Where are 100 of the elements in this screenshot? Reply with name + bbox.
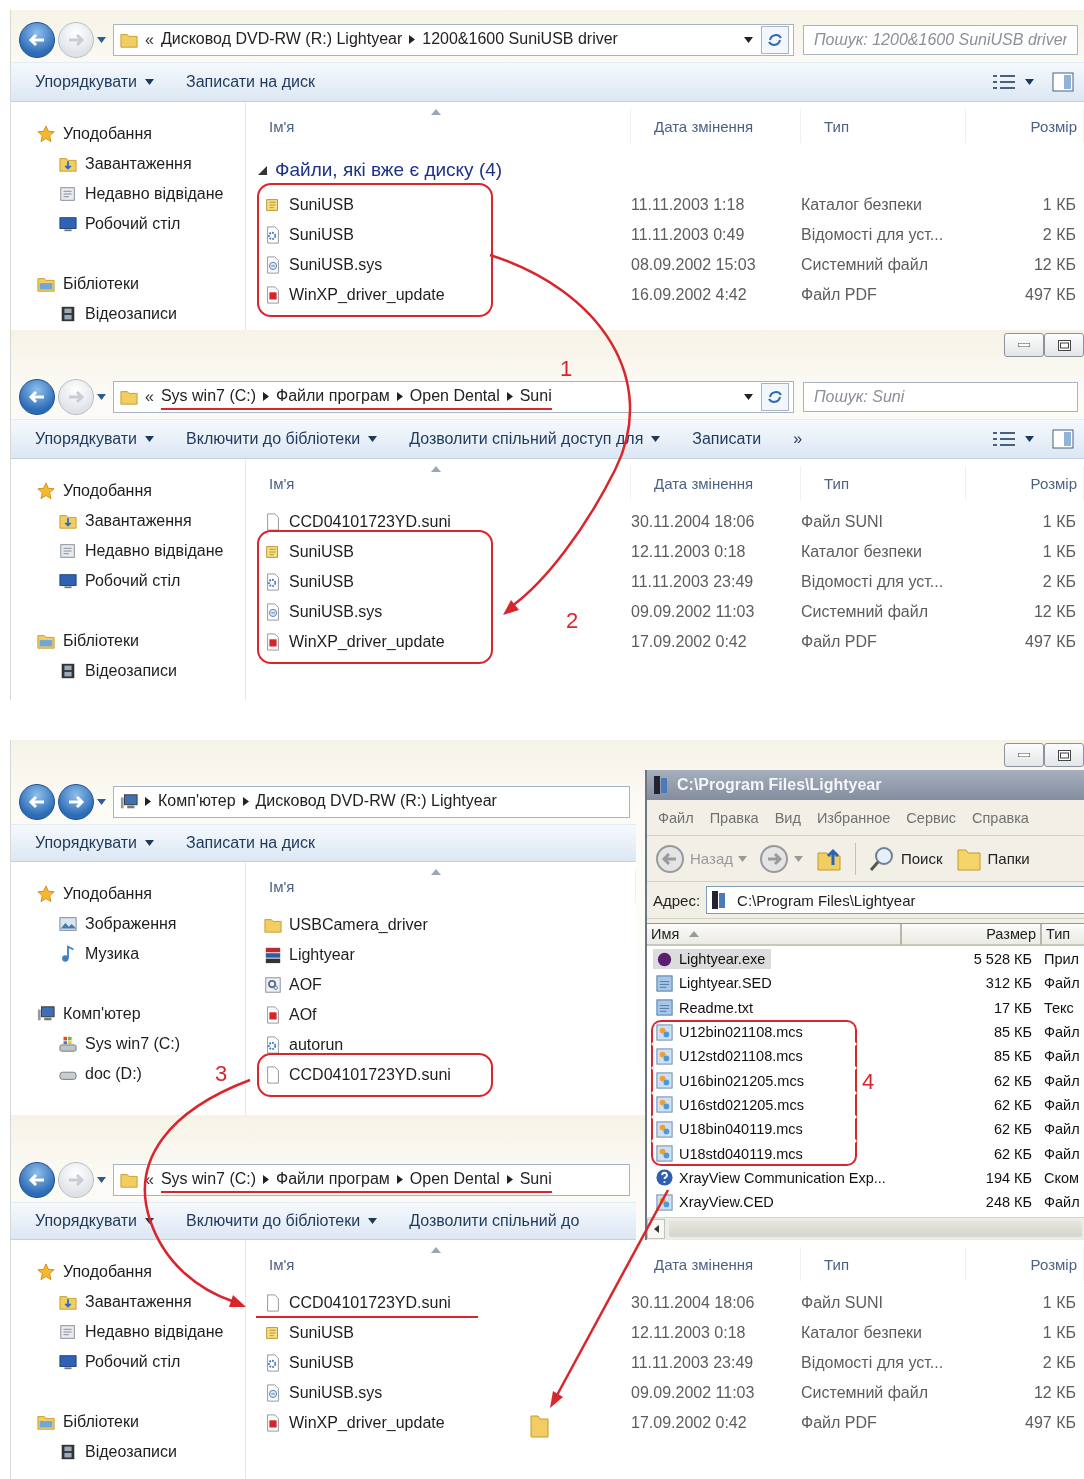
sidebar-item[interactable]: Бібліотеки	[37, 626, 139, 656]
breadcrumb[interactable]: Дисковод DVD-RW (R:) Lightyear	[255, 792, 497, 810]
toolbar-button[interactable]: Записати на диск	[176, 67, 333, 97]
breadcrumb[interactable]: Sys win7 (C:)	[160, 1170, 257, 1188]
column-header[interactable]: Дата змінення	[631, 1247, 801, 1281]
horizontal-scrollbar[interactable]	[647, 1217, 1084, 1240]
folders-button[interactable]: Папки	[950, 842, 1034, 875]
menu-item[interactable]: Вид	[767, 809, 808, 826]
breadcrumb[interactable]: Open Dental	[409, 1170, 500, 1188]
column-header[interactable]: Тип	[801, 466, 966, 500]
sidebar-item[interactable]: Sys win7 (C:)	[59, 1029, 181, 1059]
file-name[interactable]: SuniUSB	[289, 543, 354, 561]
sidebar-item[interactable]: Уподобання	[37, 119, 152, 149]
file-name[interactable]: U12std021108.mcs	[677, 1048, 803, 1065]
column-header[interactable]: Розмір	[966, 1247, 1084, 1281]
address-bar[interactable]: Комп'ютер Дисковод DVD-RW (R:) Lightyear	[113, 786, 630, 818]
toolbar-button[interactable]: Дозволити спільний до	[399, 1206, 598, 1236]
file-name[interactable]: SuniUSB	[289, 1324, 354, 1342]
address-bar[interactable]: « Sys win7 (C:) Файли програм Open Dental Suni	[113, 381, 794, 413]
file-name[interactable]: WinXP_driver_update	[289, 286, 445, 304]
sidebar-item[interactable]: Завантаження	[59, 506, 192, 536]
file-name[interactable]: U12bin021108.mcs	[677, 1024, 803, 1041]
sidebar-item[interactable]: Уподобання	[37, 1257, 152, 1287]
breadcrumb[interactable]: Open Dental	[409, 387, 500, 405]
column-header[interactable]: Ім'я	[246, 869, 636, 903]
sidebar-item[interactable]: Завантаження	[59, 149, 192, 179]
forward-button[interactable]	[58, 784, 94, 820]
toolbar-button[interactable]: Упорядкувати	[25, 424, 173, 454]
file-name[interactable]: Lightyear.exe	[677, 951, 766, 968]
menu-item[interactable]: Сервис	[899, 809, 963, 826]
sidebar-item[interactable]: Недавно відвідане	[59, 179, 224, 209]
file-name[interactable]: Lightyear	[289, 946, 355, 964]
overflow-chevron[interactable]: «	[145, 1171, 154, 1189]
toolbar-button[interactable]: Упорядкувати	[25, 1206, 173, 1236]
sidebar-item[interactable]: Комп'ютер	[37, 999, 141, 1029]
maximize-button[interactable]	[1044, 743, 1084, 767]
column-header[interactable]: Имя	[647, 924, 902, 946]
address-bar[interactable]: « Sys win7 (C:) Файли програм Open Dental Suni	[113, 1164, 630, 1196]
breadcrumb[interactable]: 1200&1600 SuniUSB driver	[422, 30, 618, 48]
breadcrumb[interactable]: Файли програм	[276, 387, 390, 405]
file-name[interactable]: Readme.txt	[677, 999, 754, 1016]
sidebar-item[interactable]: Зображення	[59, 909, 177, 939]
file-name[interactable]: XrayView Communication Exp...	[677, 1169, 886, 1186]
sidebar-item[interactable]: Недавно відвідане	[59, 536, 224, 566]
sidebar-item[interactable]: Уподобання	[37, 476, 152, 506]
back-button[interactable]	[19, 784, 55, 820]
file-name[interactable]: XrayView.CED	[677, 1194, 774, 1211]
sidebar-item[interactable]: doc (D:)	[59, 1059, 142, 1089]
file-name[interactable]: SuniUSB.sys	[289, 1384, 383, 1402]
column-header[interactable]: Дата змінення	[631, 109, 801, 143]
column-header[interactable]: Тип	[801, 109, 966, 143]
file-name[interactable]: WinXP_driver_update	[289, 633, 445, 651]
sidebar-item[interactable]: Відеозаписи	[59, 1437, 177, 1467]
file-name[interactable]: U18std040119.mcs	[677, 1145, 803, 1162]
file-name[interactable]: SuniUSB	[289, 1354, 354, 1372]
refresh-button[interactable]	[761, 26, 789, 54]
sidebar-item[interactable]: Уподобання	[37, 879, 152, 909]
file-name[interactable]: USBCamera_driver	[289, 916, 428, 934]
search-button[interactable]: Поиск	[864, 842, 947, 875]
file-name[interactable]: SuniUSB.sys	[289, 256, 383, 274]
file-name[interactable]: AOF	[289, 976, 322, 994]
maximize-button[interactable]	[1044, 333, 1084, 357]
column-header[interactable]: Дата змінення	[631, 466, 801, 500]
breadcrumb[interactable]: Комп'ютер	[158, 792, 236, 810]
sidebar-item[interactable]: Відеозаписи	[59, 656, 177, 686]
toolbar-button[interactable]: Включити до бібліотеки	[176, 424, 396, 454]
toolbar-button[interactable]: Записати на диск	[176, 828, 333, 858]
address-field[interactable]: C:\Program Files\Lightyear	[706, 886, 1084, 914]
address-bar[interactable]: « Дисковод DVD-RW (R:) Lightyear 1200&1600 SuniUSB driver	[113, 24, 794, 56]
sidebar-item[interactable]: Робочий стіл	[59, 209, 181, 239]
toolbar-button[interactable]: Записати	[682, 424, 780, 454]
scroll-left-button[interactable]	[647, 1219, 665, 1239]
file-name[interactable]: Lightyear.SED	[677, 975, 772, 992]
menu-item[interactable]: Избранное	[809, 809, 898, 826]
refresh-button[interactable]	[761, 383, 789, 411]
search-field[interactable]: Пошук: Suni	[803, 382, 1078, 412]
sidebar-item[interactable]: Недавно відвідане	[59, 1317, 224, 1347]
column-header[interactable]: Тип	[801, 1247, 966, 1281]
file-name[interactable]: U16std021205.mcs	[677, 1096, 804, 1113]
selection-highlight[interactable]: Lightyear.exe	[653, 949, 772, 970]
sidebar-item[interactable]: Робочий стіл	[59, 566, 181, 596]
back-button[interactable]	[19, 1162, 55, 1198]
file-name[interactable]: SuniUSB	[289, 226, 354, 244]
breadcrumb[interactable]: Дисковод DVD-RW (R:) Lightyear	[160, 30, 403, 48]
sidebar-item[interactable]: Завантаження	[59, 1287, 192, 1317]
toolbar-button[interactable]: Упорядкувати	[25, 828, 173, 858]
menu-item[interactable]: Справка	[965, 809, 1036, 826]
sidebar-item[interactable]: Бібліотеки	[37, 269, 139, 299]
menu-item[interactable]: Правка	[702, 809, 766, 826]
column-header[interactable]: Розмір	[966, 466, 1084, 500]
file-name[interactable]: CCD04101723YD.suni	[289, 1066, 451, 1084]
breadcrumb[interactable]: Suni	[519, 387, 552, 405]
column-header[interactable]: Ім'я	[246, 1247, 631, 1281]
column-header[interactable]: Розмір	[966, 109, 1084, 143]
toolbar-button[interactable]: »	[783, 424, 821, 454]
column-header[interactable]: Ім'я	[246, 466, 631, 500]
file-name[interactable]: SuniUSB.sys	[289, 603, 383, 621]
file-name[interactable]: AOf	[289, 1006, 317, 1024]
file-name[interactable]: SuniUSB	[289, 196, 354, 214]
overflow-chevron[interactable]: «	[145, 31, 154, 49]
